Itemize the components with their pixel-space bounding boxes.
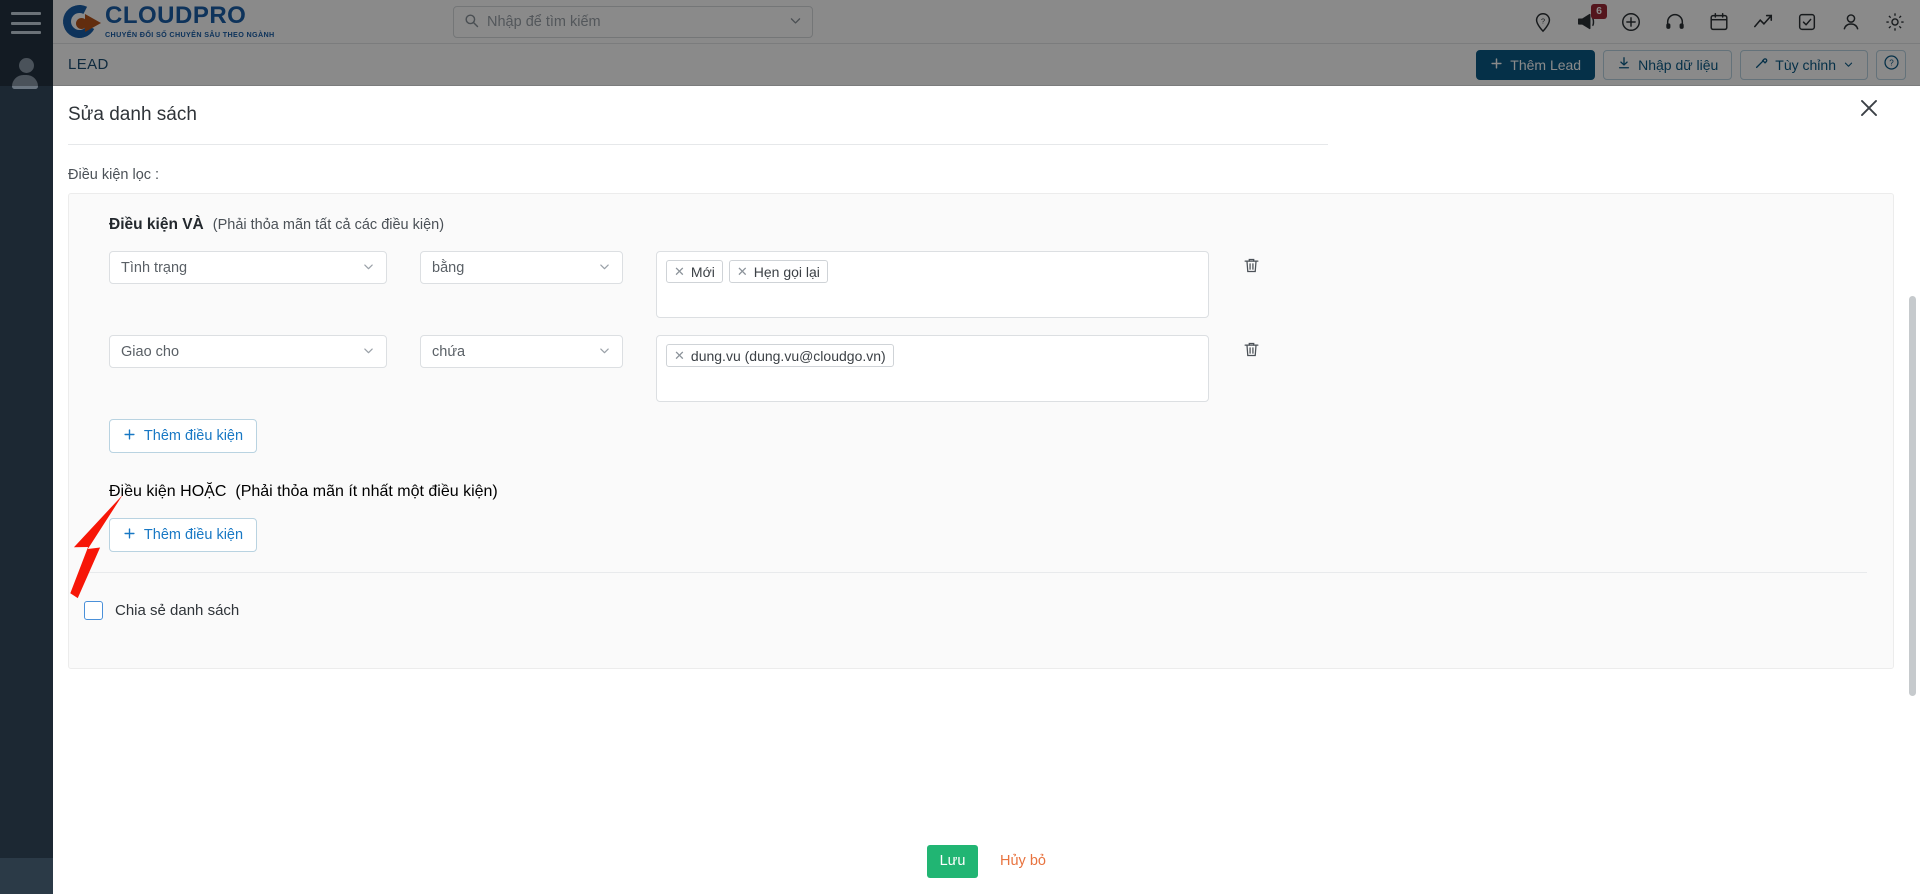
close-icon[interactable]	[1854, 95, 1884, 125]
condition-field-value: Giao cho	[121, 343, 180, 360]
conditions-panel: Điều kiện VÀ (Phải thỏa mãn tất cả các đ…	[68, 193, 1894, 669]
plus-icon	[123, 428, 136, 445]
rail-dim-overlay	[0, 0, 53, 86]
left-rail	[0, 0, 53, 894]
and-group-hint: (Phải thỏa mãn tất cả các điều kiện)	[212, 217, 445, 233]
value-tag-label: Mới	[690, 263, 715, 280]
condition-values-field[interactable]: ✕ dung.vu (dung.vu@cloudgo.vn)	[656, 335, 1209, 402]
modal-footer: Lưu Hủy bỏ	[53, 828, 1920, 894]
modal-backdrop[interactable]	[53, 0, 1920, 86]
modal-header: Sửa danh sách	[53, 86, 1920, 144]
add-or-condition-label: Thêm điều kiện	[143, 527, 244, 543]
header-divider	[68, 144, 1328, 145]
chevron-down-icon	[362, 260, 375, 276]
condition-operator-select[interactable]: chứa	[420, 335, 623, 368]
and-group-header: Điều kiện VÀ (Phải thỏa mãn tất cả các đ…	[109, 216, 1893, 234]
edit-list-modal: Sửa danh sách Điều kiện lọc : Điều kiện …	[53, 86, 1920, 894]
value-tag[interactable]: ✕ Mới	[666, 260, 723, 283]
modal-scrollbar[interactable]	[1909, 296, 1916, 696]
add-and-condition-button[interactable]: Thêm điều kiện	[109, 419, 257, 453]
condition-field-select[interactable]: Tình trạng	[109, 251, 387, 284]
condition-field-value: Tình trạng	[121, 259, 188, 276]
cancel-button[interactable]: Hủy bỏ	[1000, 853, 1046, 869]
share-list-label: Chia sẻ danh sách	[115, 602, 240, 619]
and-group-title: Điều kiện VÀ	[109, 216, 204, 233]
condition-row: Tình trạng bằng ✕ Mới ✕ Hẹn gọi lại	[109, 251, 1893, 318]
add-and-condition-label: Thêm điều kiện	[143, 428, 244, 444]
condition-field-select[interactable]: Giao cho	[109, 335, 387, 368]
delete-condition-button[interactable]	[1242, 256, 1264, 278]
condition-operator-value: bằng	[432, 259, 465, 276]
rail-footer	[0, 858, 53, 894]
or-group-header: Điều kiện HOẶC (Phải thỏa mãn ít nhất mộ…	[109, 483, 1893, 501]
chevron-down-icon	[598, 344, 611, 360]
modal-body: Điều kiện lọc : Điều kiện VÀ (Phải thỏa …	[53, 144, 1920, 828]
modal-title: Sửa danh sách	[68, 104, 197, 125]
chevron-down-icon	[598, 260, 611, 276]
save-button[interactable]: Lưu	[927, 844, 979, 878]
remove-tag-icon[interactable]: ✕	[737, 264, 748, 280]
share-list-checkbox[interactable]	[84, 601, 103, 620]
remove-tag-icon[interactable]: ✕	[674, 264, 685, 280]
share-list-row: Chia sẻ danh sách	[84, 601, 239, 620]
condition-operator-value: chứa	[432, 343, 466, 360]
value-tag-label: Hẹn gọi lại	[753, 263, 820, 280]
plus-icon	[123, 527, 136, 544]
condition-operator-select[interactable]: bằng	[420, 251, 623, 284]
remove-tag-icon[interactable]: ✕	[674, 348, 685, 364]
or-group-title: Điều kiện HOẶC	[109, 483, 227, 500]
value-tag[interactable]: ✕ dung.vu (dung.vu@cloudgo.vn)	[666, 344, 894, 367]
share-divider	[84, 572, 1867, 573]
delete-condition-button[interactable]	[1242, 340, 1264, 362]
filters-label: Điều kiện lọc :	[68, 167, 160, 183]
or-group-hint: (Phải thỏa mãn ít nhất một điều kiện)	[235, 483, 498, 500]
value-tag-label: dung.vu (dung.vu@cloudgo.vn)	[690, 347, 886, 364]
condition-row: Giao cho chứa ✕ dung.vu (dung.vu@cloudgo…	[109, 335, 1893, 402]
chevron-down-icon	[362, 344, 375, 360]
add-or-condition-button[interactable]: Thêm điều kiện	[109, 518, 257, 552]
app-root: CLOUDPRO CHUYỂN ĐỔI SỐ CHUYÊN SÂU THEO N…	[0, 0, 1920, 894]
condition-values-field[interactable]: ✕ Mới ✕ Hẹn gọi lại	[656, 251, 1209, 318]
value-tag[interactable]: ✕ Hẹn gọi lại	[728, 260, 828, 283]
